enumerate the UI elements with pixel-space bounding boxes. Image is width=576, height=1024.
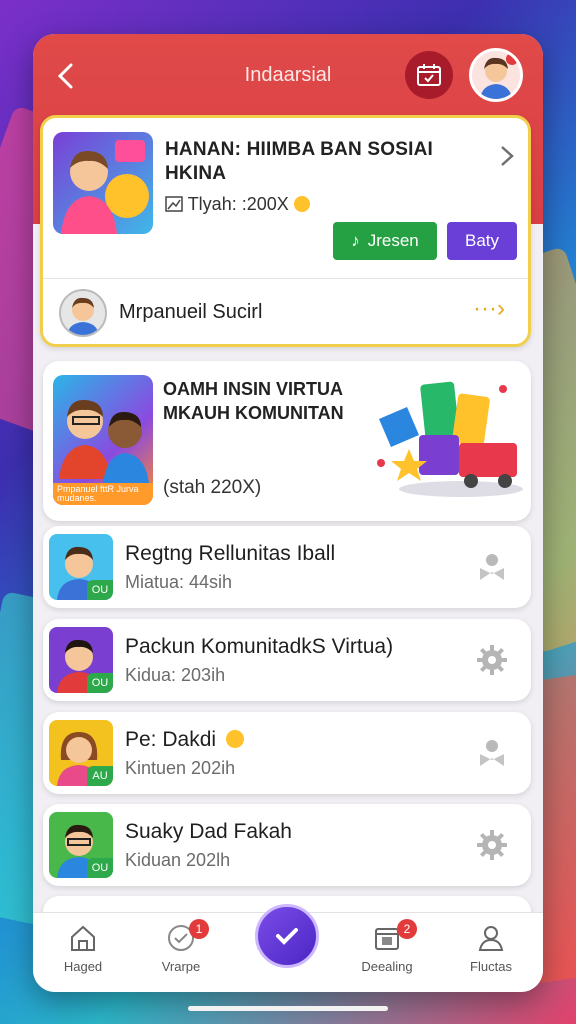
emoji-icon bbox=[293, 196, 310, 212]
list-item-title: Regtng Rellunitas Iball bbox=[125, 542, 336, 565]
featured-thumbnail bbox=[53, 132, 153, 234]
tab-dealing-label: Deealing bbox=[361, 959, 413, 974]
list-item-badge: AU bbox=[87, 766, 113, 786]
promo-subtitle: (stah 220X) bbox=[163, 477, 262, 498]
list-item-badge: OU bbox=[87, 858, 113, 878]
center-action-button[interactable] bbox=[255, 904, 319, 968]
list-item-badge: OU bbox=[87, 673, 113, 693]
list-item-subtitle: Kiduan 202lh bbox=[125, 850, 231, 870]
bottom-tab-bar: Haged 1 Vrarpe 2 Deealing Fluctas bbox=[33, 904, 543, 992]
tab-profile-label: Fluctas bbox=[470, 959, 512, 974]
list-item-title: Pe: Dakdi bbox=[125, 728, 244, 752]
gear-icon[interactable] bbox=[475, 643, 509, 677]
list-item-title: Packun KomunitadkS Virtua) bbox=[125, 635, 394, 658]
emoji-icon bbox=[225, 730, 244, 748]
home-icon bbox=[71, 925, 95, 951]
tab-home[interactable]: Haged bbox=[43, 923, 123, 987]
user-badge-icon[interactable] bbox=[475, 736, 509, 770]
app-window: Indaarsial HANAN: HIIMBA BAN SOSIAI HKIN… bbox=[33, 34, 543, 992]
list-item[interactable]: AU Pe: Dakdi Kintuen 202ih bbox=[43, 712, 531, 794]
list-item[interactable]: OU Packun KomunitadkS Virtua) Kidua: 203… bbox=[43, 619, 531, 701]
featured-user-row[interactable]: Mrpanueil Sucirl ···› bbox=[43, 279, 528, 345]
chart-icon bbox=[165, 196, 183, 212]
list-item[interactable]: OU Regtng Rellunitas Iball Miatua: 44sih bbox=[43, 526, 531, 608]
promo-title: OAMH INSIN VIRTUA MKAUH KOMUNITAN bbox=[163, 379, 344, 423]
tab-favorites[interactable]: 1 Vrarpe bbox=[141, 919, 221, 987]
jresen-button-label: Jresen bbox=[367, 231, 419, 250]
featured-subtitle: Tlyah: :200X bbox=[165, 194, 310, 215]
featured-card[interactable]: HANAN: HIIMBA BAN SOSIAI HKINA Tlyah: :2… bbox=[40, 115, 531, 347]
list-item-subtitle: Kintuen 202ih bbox=[125, 758, 236, 778]
profile-icon bbox=[478, 926, 504, 951]
checkmark-icon bbox=[276, 928, 298, 945]
list-item-avatar: OU bbox=[49, 627, 113, 693]
featured-subtitle-text: Tlyah: :200X bbox=[187, 194, 289, 214]
notification-badge: 1 bbox=[189, 919, 209, 939]
page-title: Indaarsial bbox=[244, 64, 332, 86]
profile-avatar[interactable] bbox=[469, 48, 523, 102]
list-item-avatar: AU bbox=[49, 720, 113, 786]
list-item-title: Suaky Dad Fakah bbox=[125, 820, 292, 843]
promo-thumbnail-caption: Pmpanuel fttR Jurva mudanes. bbox=[57, 485, 139, 503]
list-item-title-text: Pe: Dakdi bbox=[125, 728, 217, 751]
calendar-icon bbox=[417, 64, 441, 86]
tab-favorites-label: Vrarpe bbox=[161, 959, 201, 974]
promo-thumbnail: Pmpanuel fttR Jurva mudanes. bbox=[53, 375, 153, 505]
featured-user-label: Mrpanueil Sucirl bbox=[119, 301, 263, 323]
tab-home-label: Haged bbox=[63, 959, 103, 974]
baty-button[interactable]: Baty bbox=[447, 222, 517, 260]
tab-profile[interactable]: Fluctas bbox=[451, 923, 531, 987]
more-chevron-icon[interactable]: ···› bbox=[473, 295, 505, 323]
list-item[interactable]: OU Suaky Dad Fakah Kiduan 202lh bbox=[43, 804, 531, 886]
gear-icon[interactable] bbox=[475, 828, 509, 862]
list-item-badge: OU bbox=[87, 580, 113, 600]
jresen-button[interactable]: ♪ Jresen bbox=[333, 222, 437, 260]
user-badge-icon[interactable] bbox=[475, 550, 509, 584]
featured-card-top: HANAN: HIIMBA BAN SOSIAI HKINA Tlyah: :2… bbox=[43, 118, 528, 278]
list-item-avatar: OU bbox=[49, 534, 113, 600]
list-item-subtitle: Miatua: 44sih bbox=[125, 572, 233, 592]
music-note-icon: ♪ bbox=[351, 231, 360, 250]
list-item-avatar: OU bbox=[49, 812, 113, 878]
notification-badge: 2 bbox=[397, 919, 417, 939]
calendar-button[interactable] bbox=[405, 51, 453, 99]
user-avatar bbox=[59, 289, 107, 337]
featured-title: HANAN: HIIMBA BAN SOSIAI HKINA bbox=[165, 139, 433, 184]
community-promo-card[interactable]: Pmpanuel fttR Jurva mudanes. OAMH INSIN … bbox=[43, 361, 531, 521]
gift-illustration bbox=[373, 373, 525, 499]
app-header: Indaarsial bbox=[33, 34, 543, 120]
tab-dealing[interactable]: 2 Deealing bbox=[347, 919, 427, 987]
list-item-subtitle: Kidua: 203ih bbox=[125, 665, 226, 685]
home-indicator[interactable] bbox=[188, 1006, 388, 1011]
avatar-image bbox=[472, 51, 520, 99]
chevron-right-icon[interactable] bbox=[499, 144, 515, 175]
